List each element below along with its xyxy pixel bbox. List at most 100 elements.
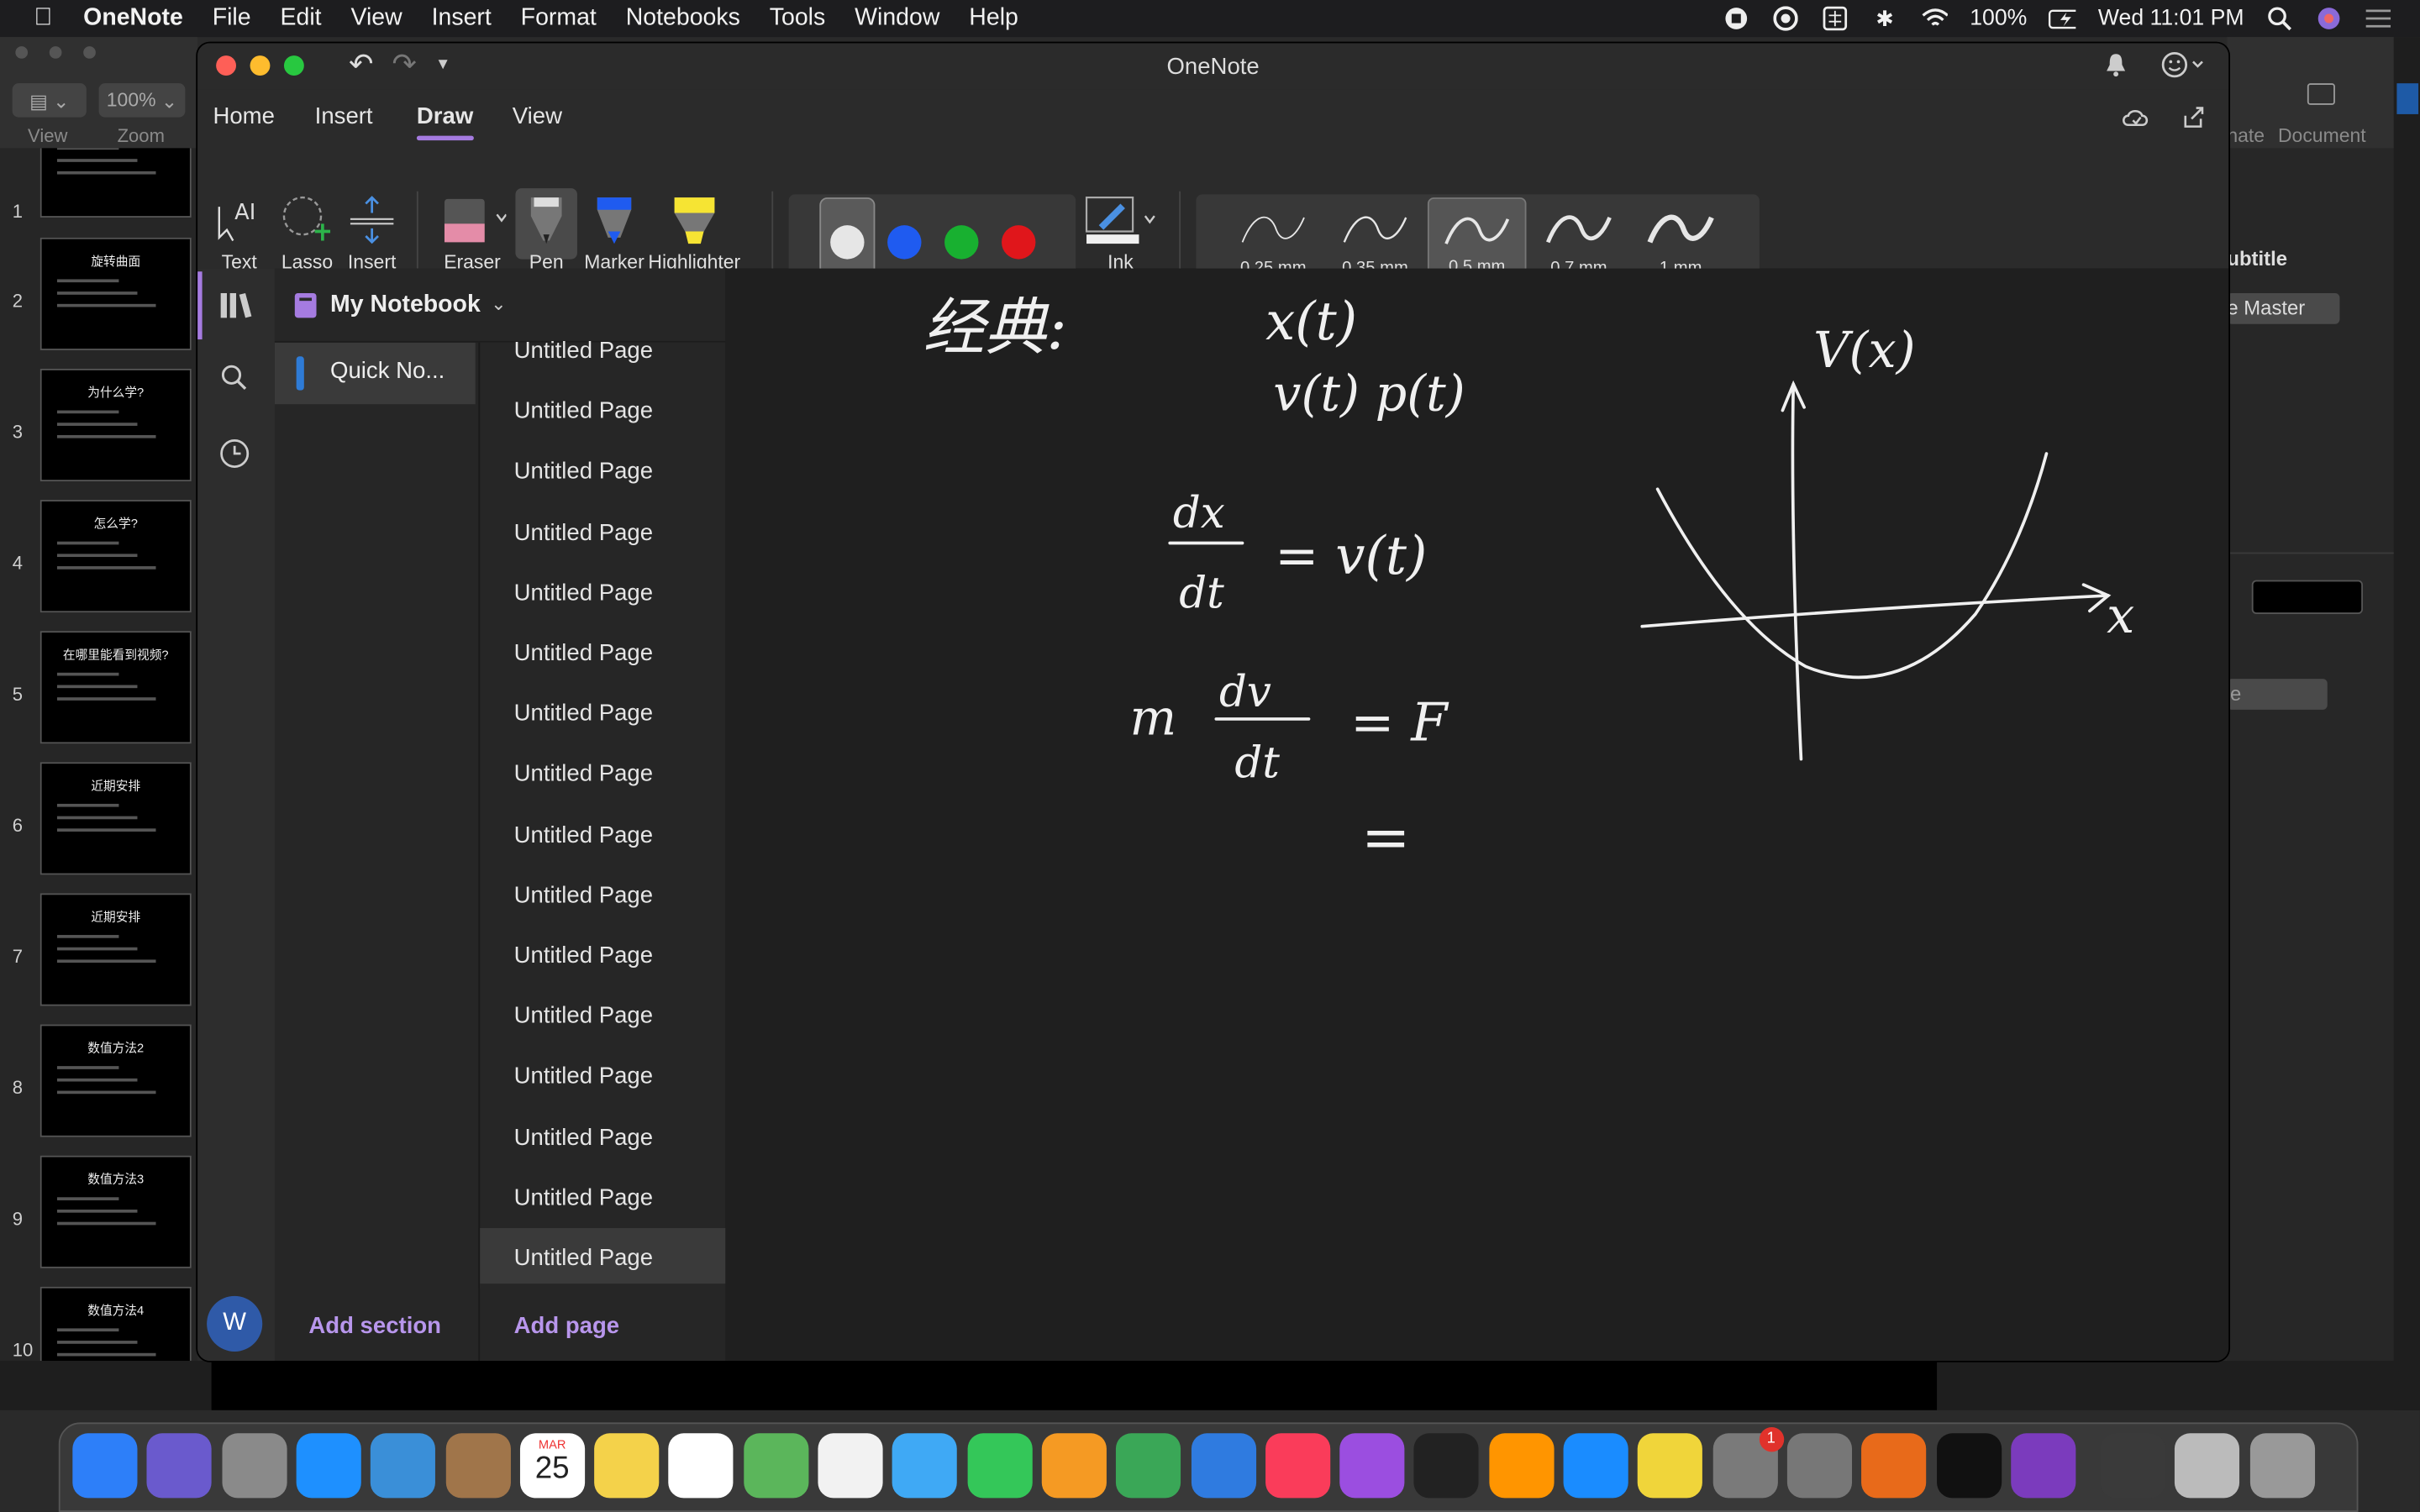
page-item[interactable]: Untitled Page (480, 926, 727, 986)
highlighter-button[interactable]: Highlighter (648, 194, 740, 273)
page-item[interactable]: Untitled Page (480, 684, 727, 744)
add-page-button[interactable]: Add page (514, 1313, 620, 1339)
page-item[interactable]: Untitled Page (480, 744, 727, 805)
spotlight-icon[interactable] (2265, 7, 2293, 31)
slide-thumbnail[interactable]: 在哪里能看到视频? (39, 631, 192, 744)
reminders-icon[interactable] (669, 1433, 734, 1499)
sync-icon[interactable] (1772, 6, 1800, 31)
numbers-icon[interactable] (1116, 1433, 1181, 1499)
wifi-icon[interactable] (1920, 8, 1949, 29)
safari-icon[interactable] (296, 1433, 361, 1499)
battery-icon[interactable] (2049, 8, 2077, 29)
mail-icon[interactable] (371, 1433, 436, 1499)
downloads-icon[interactable] (2175, 1433, 2240, 1499)
recent-notes-icon[interactable] (219, 438, 250, 477)
tab-insert[interactable]: Insert (315, 103, 373, 129)
quicktime-icon[interactable] (2100, 1433, 2166, 1499)
siri-icon[interactable] (147, 1433, 213, 1499)
pen-color-green[interactable] (944, 225, 979, 260)
tv-icon[interactable] (1414, 1433, 1480, 1499)
page-item[interactable]: Untitled Page (480, 1047, 727, 1107)
input-method-icon[interactable] (1822, 6, 1849, 31)
record-icon[interactable] (1723, 8, 1750, 29)
page-item[interactable]: Untitled Page (480, 986, 727, 1047)
menu-notebooks[interactable]: Notebooks (626, 5, 740, 33)
qqmusic-icon[interactable] (1638, 1433, 1703, 1499)
books-icon[interactable] (1488, 1433, 1554, 1499)
pen-color-white[interactable] (830, 225, 865, 260)
notification-center-icon[interactable] (2365, 8, 2392, 29)
apple-icon[interactable]:  (34, 5, 52, 33)
photos-icon[interactable] (818, 1433, 883, 1499)
slide-thumbnail[interactable]: 旋转曲面 (39, 237, 192, 350)
slide-thumbnail[interactable]: 怎么学? (39, 500, 192, 613)
menu-view[interactable]: View (350, 5, 402, 33)
bluetooth-icon[interactable]: ✱ (1871, 5, 1899, 29)
feedback-smiley-icon[interactable] (2160, 51, 2207, 87)
page-item[interactable]: Untitled Page (480, 1107, 727, 1168)
tab-home[interactable]: Home (213, 103, 274, 129)
page-item[interactable]: Untitled Page (480, 805, 727, 865)
appstore-icon[interactable] (1563, 1433, 1628, 1499)
tex-icon[interactable] (1786, 1433, 1852, 1499)
keynote-color-well[interactable] (2251, 580, 2363, 615)
avatar[interactable]: W (207, 1295, 263, 1352)
podcasts-icon[interactable] (1339, 1433, 1405, 1499)
matlab-icon[interactable] (1861, 1433, 1927, 1499)
menu-edit[interactable]: Edit (281, 5, 322, 33)
finder-icon[interactable] (72, 1433, 138, 1499)
launchpad-icon[interactable] (221, 1433, 287, 1499)
page-item[interactable]: Untitled Page (480, 502, 727, 563)
page-item[interactable]: Untitled Page (480, 381, 727, 442)
bell-icon[interactable] (2105, 52, 2127, 85)
page-item[interactable]: Untitled Page (480, 321, 727, 381)
messages-icon[interactable] (892, 1433, 958, 1499)
menu-file[interactable]: File (213, 5, 251, 33)
page-item[interactable]: Untitled Page (480, 1228, 728, 1289)
pen-button[interactable]: Pen (515, 188, 577, 273)
menu-insert[interactable]: Insert (432, 5, 492, 33)
slide-thumbnail[interactable]: 近期安排 (39, 762, 192, 875)
eraser-button[interactable]: Eraser (439, 194, 507, 273)
tab-view[interactable]: View (513, 103, 562, 129)
clock[interactable]: Wed 11:01 PM (2098, 6, 2244, 30)
keynote-document-label[interactable]: Document (2278, 125, 2366, 147)
menu-window[interactable]: Window (855, 5, 939, 33)
page-item[interactable]: Untitled Page (480, 1168, 727, 1228)
pen-color-red[interactable] (1002, 225, 1036, 260)
system-preferences-icon[interactable]: 1 (1712, 1426, 1784, 1499)
keynote-view-button[interactable]: ▤ ⌄ (12, 83, 87, 118)
notes-icon[interactable] (594, 1433, 660, 1499)
tab-draw[interactable]: Draw (416, 103, 473, 141)
slide-thumbnail[interactable]: 为什么学? (39, 368, 192, 482)
page-item[interactable]: Untitled Page (480, 865, 727, 926)
maps-icon[interactable] (743, 1433, 808, 1499)
slide-thumbnail[interactable]: 近期安排 (39, 893, 192, 1006)
siri-menu-icon[interactable] (2315, 8, 2343, 29)
notebooks-icon[interactable] (219, 290, 253, 328)
music-icon[interactable] (1265, 1433, 1330, 1499)
page-item[interactable]: Untitled Page (480, 442, 727, 502)
page-item[interactable]: Untitled Page (480, 623, 727, 684)
page-item[interactable]: Untitled Page (480, 563, 727, 623)
slide-thumbnail[interactable]: 数值方法3 (39, 1155, 192, 1268)
facetime-icon[interactable] (966, 1433, 1033, 1499)
keynote-zoom-select[interactable]: 100% ⌄ (98, 83, 186, 118)
add-section-button[interactable]: Add section (308, 1313, 441, 1339)
page-canvas[interactable]: 经典: x(t) v(t) p(t) V(x) x dx dt = v(t) m… (725, 268, 2229, 1361)
slide-thumbnail[interactable]: 数值方法2 (39, 1024, 192, 1137)
contacts-icon[interactable] (445, 1433, 511, 1499)
marker-button[interactable]: Marker (583, 194, 644, 273)
qq-icon[interactable] (1936, 1433, 2002, 1499)
keynote-icon[interactable] (1191, 1433, 1256, 1499)
menu-app-name[interactable]: OneNote (83, 5, 183, 33)
pen-color-blue[interactable] (887, 225, 922, 260)
menu-help[interactable]: Help (969, 5, 1018, 33)
sync-status-icon[interactable] (2121, 105, 2152, 140)
keynote-animate-label[interactable]: nate (2227, 125, 2265, 147)
trash-icon[interactable] (2249, 1433, 2315, 1499)
keynote-partial-button[interactable]: e (2227, 679, 2328, 710)
share-icon[interactable] (2182, 105, 2207, 138)
menu-format[interactable]: Format (521, 5, 597, 33)
slide-thumbnail[interactable]: 开开心心学Matlab (39, 148, 192, 218)
